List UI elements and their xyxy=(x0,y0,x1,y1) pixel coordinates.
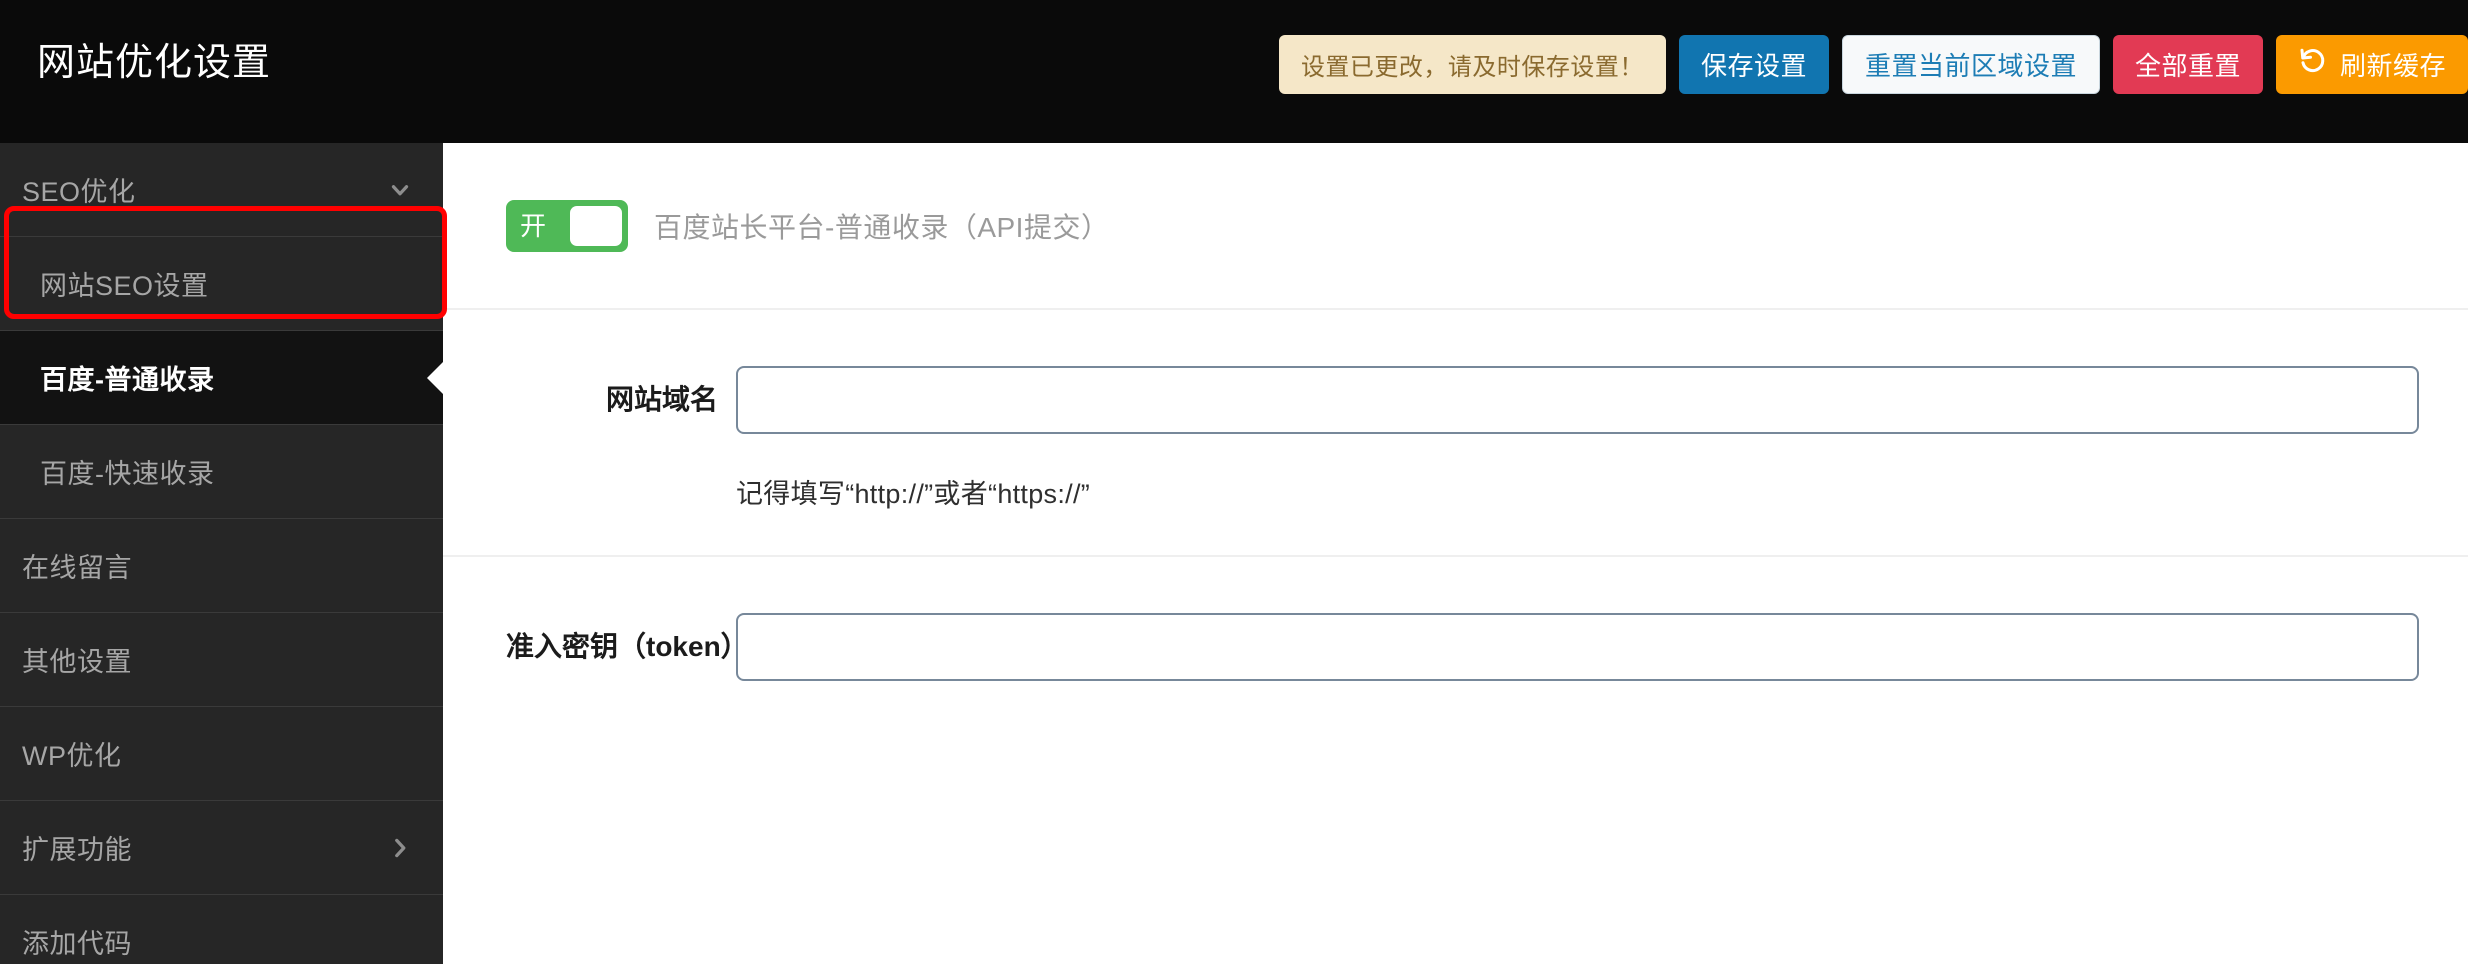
sidebar-item-site-seo-settings[interactable]: 网站SEO设置 xyxy=(0,237,443,331)
enable-toggle[interactable]: 开 xyxy=(506,199,628,252)
form-row-access-token: 准入密钥（token） xyxy=(443,557,2468,691)
access-token-label: 准入密钥（token） xyxy=(506,631,749,662)
site-domain-label: 网站域名 xyxy=(605,384,718,415)
refresh-icon xyxy=(2298,46,2328,83)
sidebar-item-label: WP优化 xyxy=(22,741,122,771)
sidebar-item-label: 扩展功能 xyxy=(22,835,132,865)
site-domain-field-wrap: 记得填写“http://”或者“https://” xyxy=(736,366,2468,511)
toggle-state-label: 开 xyxy=(520,210,547,241)
header-actions: 设置已更改，请及时保存设置！ 保存设置 重置当前区域设置 全部重置 刷新缓存 xyxy=(1278,35,2468,94)
save-settings-button[interactable]: 保存设置 xyxy=(1678,35,1829,94)
chevron-right-icon xyxy=(387,835,413,861)
access-token-field-wrap xyxy=(736,613,2468,681)
page-title: 网站优化设置 xyxy=(37,42,272,84)
sidebar-item-baidu-fast-index[interactable]: 百度-快速收录 xyxy=(0,425,443,519)
section-title: 百度站长平台-普通收录（API提交） xyxy=(654,211,1110,243)
top-bar: 网站优化设置 设置已更改，请及时保存设置！ 保存设置 重置当前区域设置 全部重置… xyxy=(0,0,2468,143)
sidebar-item-other-settings[interactable]: 其他设置 xyxy=(0,613,443,707)
unsaved-changes-alert: 设置已更改，请及时保存设置！ xyxy=(1278,35,1666,94)
section-header: 开 百度站长平台-普通收录（API提交） xyxy=(443,143,2468,310)
main-content: 开 百度站长平台-普通收录（API提交） 网站域名 记得填写“http://”或… xyxy=(443,143,2468,964)
sidebar-nav: SEO优化 网站SEO设置 百度-普通收录 百度-快速收录 在线留言 其他设置 … xyxy=(0,143,443,964)
site-domain-help-text: 记得填写“http://”或者“https://” xyxy=(736,479,1091,509)
form-row-site-domain: 网站域名 记得填写“http://”或者“https://” xyxy=(443,310,2468,557)
active-item-pointer xyxy=(427,360,443,395)
refresh-cache-label: 刷新缓存 xyxy=(2339,51,2446,81)
sidebar-item-add-code[interactable]: 添加代码 xyxy=(0,895,443,964)
sidebar-item-wp-optimization[interactable]: WP优化 xyxy=(0,707,443,801)
reset-all-button[interactable]: 全部重置 xyxy=(2112,35,2263,94)
sidebar-item-label: 其他设置 xyxy=(22,647,132,677)
sidebar-item-extensions[interactable]: 扩展功能 xyxy=(0,801,443,895)
sidebar-item-label: 百度-普通收录 xyxy=(40,365,215,395)
sidebar-item-label: SEO优化 xyxy=(22,177,136,207)
sidebar-item-online-message[interactable]: 在线留言 xyxy=(0,519,443,613)
sidebar-item-label: 网站SEO设置 xyxy=(40,271,209,301)
sidebar-item-baidu-normal-index[interactable]: 百度-普通收录 xyxy=(0,331,443,425)
sidebar-item-label: 百度-快速收录 xyxy=(40,459,215,489)
site-domain-input[interactable] xyxy=(736,366,2419,434)
chevron-down-icon xyxy=(387,177,413,203)
reset-current-area-button[interactable]: 重置当前区域设置 xyxy=(1841,35,2100,94)
sidebar-item-label: 添加代码 xyxy=(22,929,132,959)
toggle-knob xyxy=(570,205,622,246)
sidebar-item-label: 在线留言 xyxy=(22,553,132,583)
access-token-input[interactable] xyxy=(736,613,2419,681)
refresh-cache-button[interactable]: 刷新缓存 xyxy=(2275,35,2468,94)
sidebar-item-seo-optimization[interactable]: SEO优化 xyxy=(0,143,443,237)
